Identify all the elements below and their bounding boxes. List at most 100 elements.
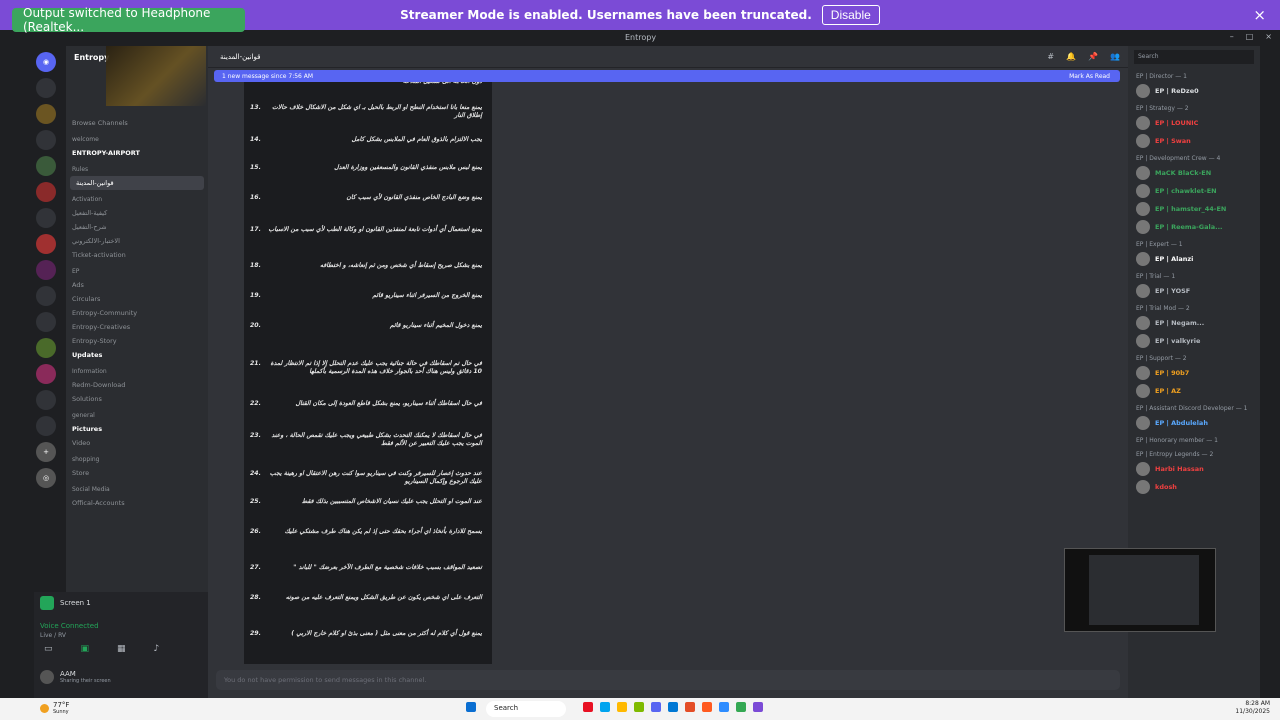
- minimize-button[interactable]: –: [1230, 32, 1234, 41]
- activities-icon[interactable]: ▦: [117, 644, 126, 654]
- avatar[interactable]: [40, 670, 54, 684]
- member-item[interactable]: kdosh: [1128, 478, 1260, 496]
- member-item[interactable]: EP | Reema-Gala...: [1128, 218, 1260, 236]
- taskbar-app-icon[interactable]: [600, 702, 610, 712]
- server-icon[interactable]: [36, 208, 56, 228]
- server-icon[interactable]: [36, 416, 56, 436]
- discover-icon[interactable]: ◎: [36, 468, 56, 488]
- member-item[interactable]: Harbi Hassan: [1128, 460, 1260, 478]
- channel-item[interactable]: Ticket-activation: [66, 248, 208, 262]
- channel-item[interactable]: Circulars: [66, 292, 208, 306]
- member-name: MaCK BlaCk-EN: [1155, 169, 1212, 177]
- channel-item[interactable]: Ads: [66, 278, 208, 292]
- browse-channels-button[interactable]: Browse Channels: [66, 116, 208, 130]
- close-window-button[interactable]: ×: [1265, 32, 1272, 41]
- member-role-header: EP | Director — 1: [1136, 73, 1187, 80]
- add-server-icon[interactable]: +: [36, 442, 56, 462]
- server-icon[interactable]: [36, 286, 56, 306]
- member-item[interactable]: EP | ReDze0: [1128, 82, 1260, 100]
- taskbar-search[interactable]: Search: [486, 701, 566, 717]
- server-icon[interactable]: [36, 364, 56, 384]
- member-item[interactable]: EP | Abdulelah: [1128, 414, 1260, 432]
- server-icon[interactable]: [36, 182, 56, 202]
- channel-category[interactable]: Information: [66, 362, 208, 378]
- member-item[interactable]: EP | 90b7: [1128, 364, 1260, 382]
- channel-item[interactable]: Entropy-Community: [66, 306, 208, 320]
- avatar: [1136, 284, 1150, 298]
- member-item[interactable]: EP | AZ: [1128, 382, 1260, 400]
- channel-item[interactable]: كيفية-التفعيل: [66, 206, 208, 220]
- rules-image[interactable]: دون الحاجة الى تشغيل الملاحة 13. يمنع منعا…: [244, 82, 492, 664]
- channel-item[interactable]: Redm-Download: [66, 378, 208, 392]
- rule-text: دون الحاجة الى تشغيل الملاحة: [250, 82, 482, 86]
- mark-as-read-button[interactable]: Mark As Read: [1069, 73, 1110, 80]
- server-icon[interactable]: [36, 156, 56, 176]
- server-icon[interactable]: [36, 338, 56, 358]
- server-icon[interactable]: [36, 104, 56, 124]
- pinned-icon[interactable]: 📌: [1088, 52, 1098, 61]
- member-item[interactable]: EP | Swan: [1128, 132, 1260, 150]
- channel-category[interactable]: EP: [66, 262, 208, 278]
- channel-header: قوانين-المدينة # 🔔 📌 👥: [208, 46, 1128, 68]
- channel-item[interactable]: Store: [66, 466, 208, 480]
- channel-item[interactable]: Video: [66, 436, 208, 450]
- taskbar-app-icon[interactable]: [617, 702, 627, 712]
- channel-category[interactable]: Social Media: [66, 480, 208, 496]
- channel-item[interactable]: Solutions: [66, 392, 208, 406]
- member-item[interactable]: MaCK BlaCk-EN: [1128, 164, 1260, 182]
- taskbar-app-icon[interactable]: [736, 702, 746, 712]
- taskbar-app-icon[interactable]: [651, 702, 661, 712]
- maximize-button[interactable]: □: [1246, 32, 1254, 41]
- channel-category[interactable]: general: [66, 406, 208, 422]
- channel-category[interactable]: welcome: [66, 130, 208, 146]
- channel-item[interactable]: Offical-Accounts: [66, 496, 208, 510]
- discord-home-icon[interactable]: ◉: [36, 52, 56, 72]
- member-item[interactable]: EP | LOUNIC: [1128, 114, 1260, 132]
- server-icon[interactable]: [36, 78, 56, 98]
- member-item[interactable]: EP | chawklet-EN: [1128, 182, 1260, 200]
- member-list-icon[interactable]: 👥: [1110, 52, 1120, 61]
- member-item[interactable]: EP | YOSF: [1128, 282, 1260, 300]
- channel-item[interactable]: Entropy-Story: [66, 334, 208, 348]
- clock-time: 8:28 AM: [1245, 700, 1270, 707]
- windows-start-icon[interactable]: [466, 702, 476, 712]
- server-icon[interactable]: [36, 234, 56, 254]
- search-input[interactable]: Search: [1134, 50, 1254, 64]
- share-screen-icon[interactable]: ▣: [81, 644, 90, 654]
- taskbar-app-icon[interactable]: [685, 702, 695, 712]
- server-icon[interactable]: [36, 312, 56, 332]
- voice-connected-label[interactable]: Voice Connected: [40, 622, 99, 630]
- soundboard-icon[interactable]: ♪: [154, 644, 160, 654]
- taskbar-app-icon[interactable]: [583, 702, 593, 712]
- taskbar-app-icon[interactable]: [753, 702, 763, 712]
- channel-item[interactable]: ENTROPY-AIRPORT: [66, 146, 208, 160]
- taskbar-app-icon[interactable]: [719, 702, 729, 712]
- channel-category[interactable]: Rules: [66, 160, 208, 176]
- member-item[interactable]: EP | valkyrie: [1128, 332, 1260, 350]
- threads-icon[interactable]: #: [1047, 52, 1054, 61]
- camera-icon[interactable]: ▭: [44, 644, 53, 654]
- taskbar-app-icon[interactable]: [634, 702, 644, 712]
- notifications-icon[interactable]: 🔔: [1066, 52, 1076, 61]
- server-icon[interactable]: [36, 260, 56, 280]
- server-icon[interactable]: [36, 130, 56, 150]
- taskbar-app-icon[interactable]: [702, 702, 712, 712]
- channel-item[interactable]: Pictures: [66, 422, 208, 436]
- close-icon[interactable]: ×: [1253, 6, 1266, 24]
- member-item[interactable]: EP | Alanzi: [1128, 250, 1260, 268]
- channel-category[interactable]: shopping: [66, 450, 208, 466]
- member-item[interactable]: EP | hamster_44-EN: [1128, 200, 1260, 218]
- channel-category[interactable]: Activation: [66, 190, 208, 206]
- avatar: [1136, 366, 1150, 380]
- disable-streamer-mode-button[interactable]: Disable: [821, 5, 880, 25]
- new-messages-bar[interactable]: 1 new message since 7:56 AM Mark As Read: [214, 70, 1120, 82]
- channel-item[interactable]: Updates: [66, 348, 208, 362]
- channel-item[interactable]: Entropy-Creatives: [66, 320, 208, 334]
- channel-item[interactable]: شرح-التفعيل: [66, 220, 208, 234]
- server-icon[interactable]: [36, 390, 56, 410]
- channel-item[interactable]: قوانين-المدينة: [70, 176, 204, 190]
- screen-share-preview[interactable]: [1064, 548, 1216, 632]
- member-item[interactable]: EP | Negam...: [1128, 314, 1260, 332]
- taskbar-app-icon[interactable]: [668, 702, 678, 712]
- channel-item[interactable]: الاختبار-الالكتروني: [66, 234, 208, 248]
